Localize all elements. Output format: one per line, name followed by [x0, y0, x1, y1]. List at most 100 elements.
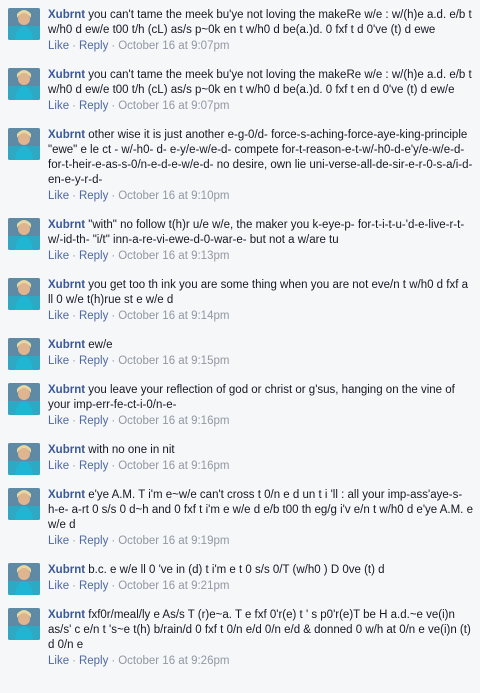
comment-item: Xubrnt with no one in nit Like · Reply · Oct… — [0, 435, 480, 480]
comment-author[interactable]: Xubrnt — [48, 339, 85, 351]
avatar[interactable] — [8, 608, 40, 640]
profile-photo-icon — [8, 128, 40, 160]
comment-body: Xubrnt you can't tame the meek bu'ye not… — [48, 8, 474, 60]
reply-link[interactable]: Reply — [79, 415, 108, 427]
like-link[interactable]: Like — [48, 190, 69, 202]
like-link[interactable]: Like — [48, 655, 69, 667]
comment-author[interactable]: Xubrnt — [48, 384, 85, 396]
comment-item: Xubrnt you leave your reflection of god … — [0, 375, 480, 435]
reply-link[interactable]: Reply — [79, 535, 108, 547]
avatar[interactable] — [8, 383, 40, 415]
like-link[interactable]: Like — [48, 100, 69, 112]
comment-text: "with" no follow t(h)r u/e w/e, the make… — [48, 219, 465, 246]
avatar[interactable] — [8, 338, 40, 370]
comment-item: Xubrnt other wise it is just another e-g… — [0, 120, 480, 210]
comment-author[interactable]: Xubrnt — [48, 279, 85, 291]
comment-thread: Xubrnt you can't tame the meek bu'ye not… — [0, 0, 480, 675]
comment-timestamp[interactable]: October 16 at 9:13pm — [118, 250, 229, 262]
avatar[interactable] — [8, 443, 40, 475]
comment-body: Xubrnt you get too th ink you are some t… — [48, 278, 474, 330]
avatar[interactable] — [8, 563, 40, 595]
like-link[interactable]: Like — [48, 580, 69, 592]
comment-meta: Like · Reply · October 16 at 9:14pm — [48, 310, 230, 322]
profile-photo-icon — [8, 563, 40, 595]
comment-author[interactable]: Xubrnt — [48, 69, 85, 81]
comment-meta: Like · Reply · October 16 at 9:19pm — [48, 535, 230, 547]
comment-body: Xubrnt other wise it is just another e-g… — [48, 128, 474, 210]
avatar[interactable] — [8, 278, 40, 310]
comment-text: you leave your reflection of god or chri… — [48, 384, 455, 411]
profile-photo-icon — [8, 488, 40, 520]
comment-meta: Like · Reply · October 16 at 9:07pm — [48, 100, 230, 112]
comment-author[interactable]: Xubrnt — [48, 129, 85, 141]
comment-timestamp[interactable]: October 16 at 9:26pm — [118, 655, 229, 667]
avatar[interactable] — [8, 488, 40, 520]
comment-timestamp[interactable]: October 16 at 9:16pm — [118, 415, 229, 427]
profile-photo-icon — [8, 278, 40, 310]
like-link[interactable]: Like — [48, 250, 69, 262]
comment-item: Xubrnt e'ye A.M. T i'm e~w/e can't cross… — [0, 480, 480, 555]
comment-body: Xubrnt "with" no follow t(h)r u/e w/e, t… — [48, 218, 474, 270]
comment-item: Xubrnt ew/e Like · Reply · October 16 at 9:1… — [0, 330, 480, 375]
like-link[interactable]: Like — [48, 415, 69, 427]
reply-link[interactable]: Reply — [79, 40, 108, 52]
comment-text: b.c. e w/e ll 0 've in (d) t i'm e t 0 s… — [88, 564, 385, 576]
comment-text: you can't tame the meek bu'ye not loving… — [48, 9, 472, 36]
comment-body: Xubrnt you leave your reflection of god … — [48, 383, 474, 435]
comment-timestamp[interactable]: October 16 at 9:07pm — [118, 100, 229, 112]
comment-timestamp[interactable]: October 16 at 9:15pm — [118, 355, 229, 367]
comment-meta: Like · Reply · October 16 at 9:13pm — [48, 250, 230, 262]
comment-text: with no one in nit — [88, 444, 175, 456]
like-link[interactable]: Like — [48, 355, 69, 367]
comment-author[interactable]: Xubrnt — [48, 489, 85, 501]
comment-timestamp[interactable]: October 16 at 9:21pm — [118, 580, 229, 592]
comment-body: Xubrnt b.c. e w/e ll 0 've in (d) t i'm … — [48, 563, 474, 600]
profile-photo-icon — [8, 68, 40, 100]
comment-author[interactable]: Xubrnt — [48, 219, 85, 231]
comment-meta: Like · Reply · October 16 at 9:16pm — [48, 460, 230, 472]
comment-item: Xubrnt b.c. e w/e ll 0 've in (d) t i'm … — [0, 555, 480, 600]
comment-author[interactable]: Xubrnt — [48, 444, 85, 456]
comment-text: other wise it is just another e-g-0/d- f… — [48, 129, 473, 186]
comment-timestamp[interactable]: October 16 at 9:14pm — [118, 310, 229, 322]
avatar[interactable] — [8, 128, 40, 160]
comment-text: you get too th ink you are some thing wh… — [48, 279, 468, 306]
reply-link[interactable]: Reply — [79, 190, 108, 202]
like-link[interactable]: Like — [48, 310, 69, 322]
comment-item: Xubrnt you can't tame the meek bu'ye not… — [0, 0, 480, 60]
comment-timestamp[interactable]: October 16 at 9:10pm — [118, 190, 229, 202]
comment-timestamp[interactable]: October 16 at 9:19pm — [118, 535, 229, 547]
comment-item: Xubrnt "with" no follow t(h)r u/e w/e, t… — [0, 210, 480, 270]
avatar[interactable] — [8, 68, 40, 100]
comment-author[interactable]: Xubrnt — [48, 564, 85, 576]
comment-meta: Like · Reply · October 16 at 9:15pm — [48, 355, 230, 367]
like-link[interactable]: Like — [48, 460, 69, 472]
comment-text: ew/e — [88, 339, 113, 351]
reply-link[interactable]: Reply — [79, 100, 108, 112]
comment-timestamp[interactable]: October 16 at 9:07pm — [118, 40, 229, 52]
like-link[interactable]: Like — [48, 40, 69, 52]
reply-link[interactable]: Reply — [79, 310, 108, 322]
like-link[interactable]: Like — [48, 535, 69, 547]
comment-author[interactable]: Xubrnt — [48, 9, 85, 21]
reply-link[interactable]: Reply — [79, 250, 108, 262]
comment-body: Xubrnt e'ye A.M. T i'm e~w/e can't cross… — [48, 488, 474, 555]
comment-meta: Like · Reply · October 16 at 9:07pm — [48, 40, 230, 52]
comment-author[interactable]: Xubrnt — [48, 609, 85, 621]
profile-photo-icon — [8, 8, 40, 40]
comment-meta: Like · Reply · October 16 at 9:16pm — [48, 415, 230, 427]
avatar[interactable] — [8, 218, 40, 250]
avatar[interactable] — [8, 8, 40, 40]
comment-body: Xubrnt ew/e Like · Reply · October 16 at 9:1… — [48, 338, 474, 375]
reply-link[interactable]: Reply — [79, 355, 108, 367]
comment-item: Xubrnt you can't tame the meek bu'ye not… — [0, 60, 480, 120]
comment-body: Xubrnt with no one in nit Like · Reply · Oct… — [48, 443, 474, 480]
comment-timestamp[interactable]: October 16 at 9:16pm — [118, 460, 229, 472]
reply-link[interactable]: Reply — [79, 655, 108, 667]
profile-photo-icon — [8, 218, 40, 250]
profile-photo-icon — [8, 608, 40, 640]
reply-link[interactable]: Reply — [79, 580, 108, 592]
comment-text: e'ye A.M. T i'm e~w/e can't cross t 0/n … — [48, 489, 473, 531]
reply-link[interactable]: Reply — [79, 460, 108, 472]
comment-item: Xubrnt you get too th ink you are some t… — [0, 270, 480, 330]
